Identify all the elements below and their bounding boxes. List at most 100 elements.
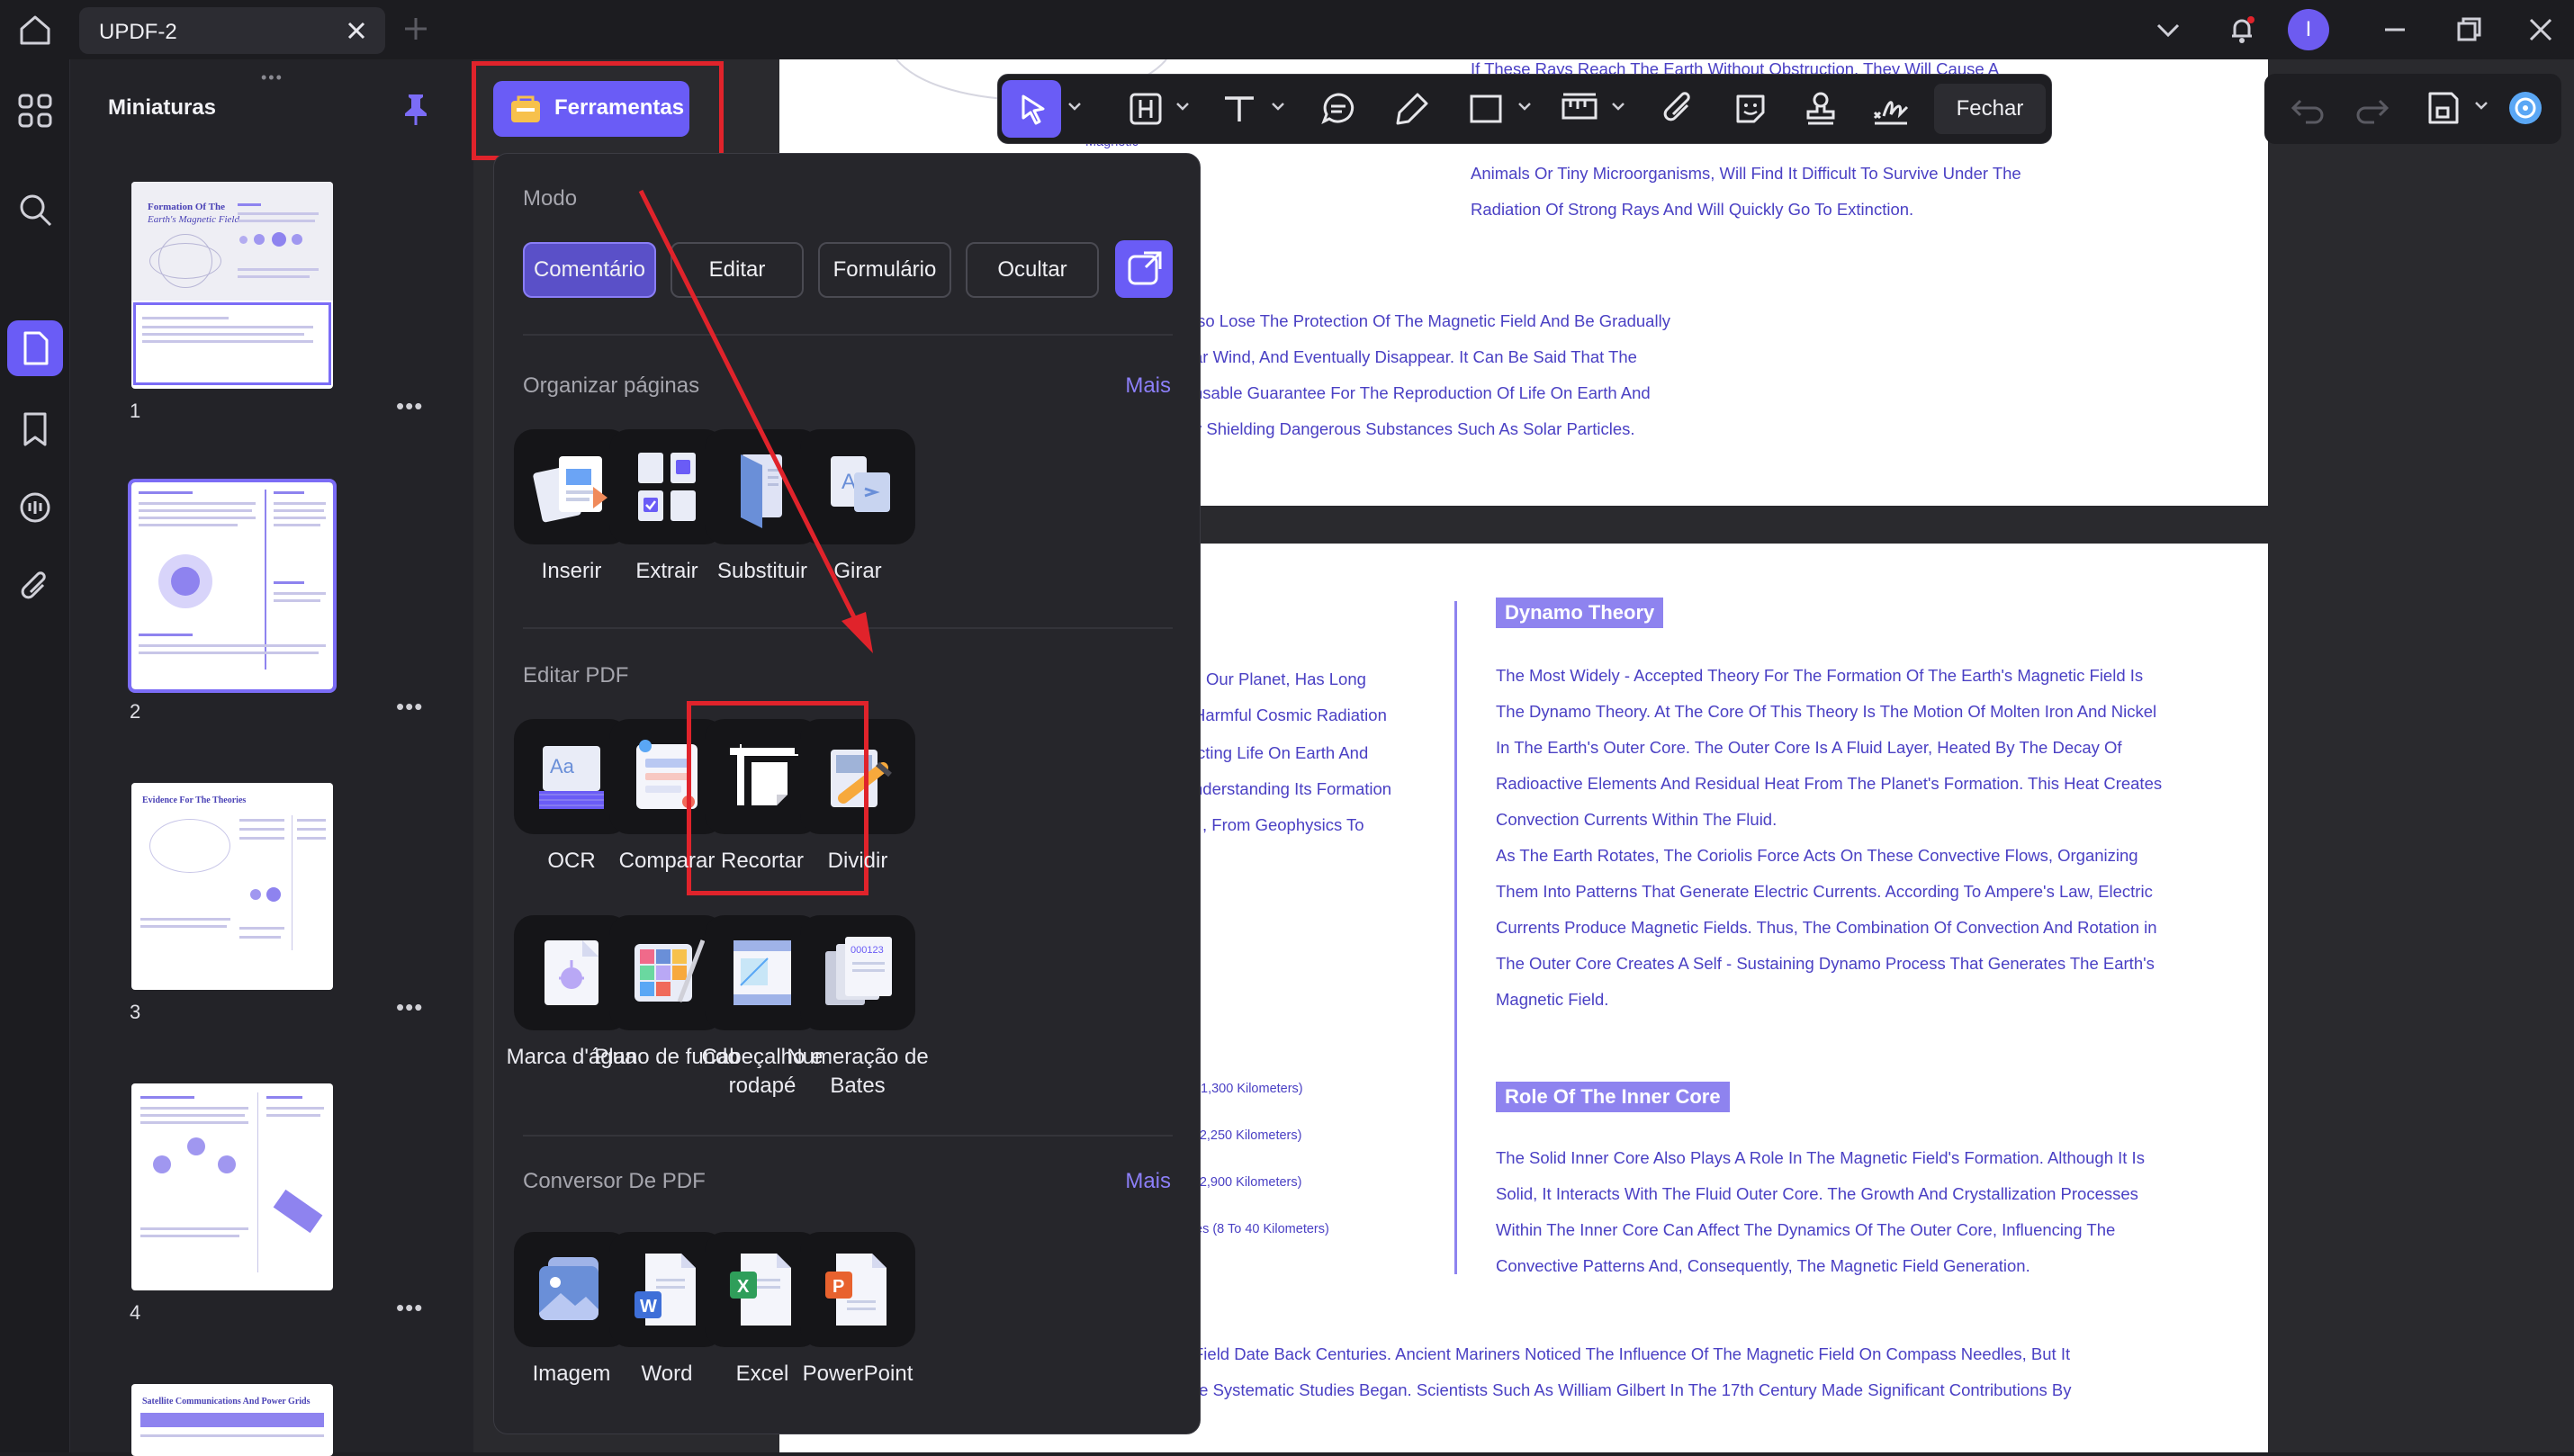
doc-text: Solid, It Interacts With The Fluid Outer…	[1496, 1184, 2138, 1203]
comment-icon[interactable]	[1318, 89, 1358, 129]
ai-assistant-icon[interactable]	[2506, 88, 2545, 128]
text-icon[interactable]	[1220, 89, 1259, 129]
apps-grid-icon[interactable]	[16, 92, 54, 130]
chevron-down-icon[interactable]	[1610, 98, 1626, 114]
powerpoint-label: PowerPoint	[802, 1362, 914, 1386]
open-external-button[interactable]	[1115, 240, 1173, 298]
thumbnail-heading: Earth's Magnetic Field	[148, 214, 239, 225]
doc-label: (2,250 Kilometers)	[1195, 1128, 1302, 1143]
more-options-icon[interactable]: •••	[396, 392, 423, 420]
page-thumbnail-5[interactable]: Satellite Communications And Power Grids	[131, 1384, 333, 1456]
document-tab-title: UPDF-2	[99, 20, 177, 44]
column-divider	[1454, 601, 1457, 1274]
page-thumbnail-3[interactable]: Evidence For The Theories	[131, 783, 333, 990]
thumbnail-heading: Evidence For The Theories	[142, 795, 247, 805]
page-thumbnail-4[interactable]	[131, 1083, 333, 1290]
stamp-icon[interactable]	[1801, 89, 1840, 129]
svg-text:Aa: Aa	[550, 755, 575, 777]
doc-text: Radioactive Elements And Residual Heat F…	[1496, 774, 2163, 793]
mode-edit-button[interactable]: Editar	[670, 242, 804, 298]
more-options-icon[interactable]: •••	[396, 1294, 423, 1322]
doc-text: nderstanding Its Formation	[1193, 779, 1392, 798]
select-cursor-icon[interactable]	[1012, 89, 1052, 129]
minimize-icon[interactable]	[2380, 14, 2410, 45]
shape-rectangle-icon[interactable]	[1466, 89, 1506, 129]
rotate-tile[interactable]: A	[800, 429, 915, 544]
close-toolbar-button[interactable]: Fechar	[1934, 84, 2046, 134]
doc-text: ar Wind, And Eventually Disappear. It Ca…	[1193, 347, 1637, 366]
doc-text: Currents Produce Magnetic Fields. Thus, …	[1496, 918, 2157, 937]
comments-icon[interactable]	[16, 490, 54, 527]
search-icon[interactable]	[16, 191, 54, 229]
doc-text: The Outer Core Creates A Self - Sustaini…	[1496, 954, 2155, 973]
chevron-down-icon[interactable]	[1066, 98, 1083, 114]
bates-numbering-icon: 000123	[825, 937, 892, 1005]
tools-menu: Modo Comentário Editar Formulário Oculta…	[493, 153, 1201, 1434]
doc-label: es (8 To 40 Kilometers)	[1195, 1222, 1329, 1236]
chevron-down-icon[interactable]	[2153, 14, 2183, 45]
section-title-edit: Editar PDF	[523, 663, 629, 688]
mode-comment-button[interactable]: Comentário	[523, 242, 656, 298]
mode-redact-button[interactable]: Ocultar	[966, 242, 1099, 298]
left-rail	[0, 59, 70, 1452]
rotate-pages-icon: A	[831, 456, 890, 512]
attachment-icon[interactable]	[16, 569, 54, 607]
convert-more-link[interactable]: Mais	[1125, 1169, 1171, 1194]
page-thumbnail-1[interactable]: Formation Of The Earth's Magnetic Field	[131, 182, 333, 389]
section-title-mode: Modo	[523, 186, 578, 211]
chevron-down-icon[interactable]	[2473, 97, 2489, 113]
organize-more-link[interactable]: Mais	[1125, 373, 1171, 399]
doc-label: (2,900 Kilometers)	[1195, 1175, 1302, 1190]
doc-text: Our Planet, Has Long	[1206, 670, 1366, 688]
thumbnails-panel: ••• Miniaturas Formation Of The Earth's …	[70, 59, 473, 1456]
highlight-annotation-box	[472, 61, 724, 160]
page-thumbnail-2[interactable]	[128, 479, 337, 693]
doc-text: nsable Guarantee For The Reproduction Of…	[1193, 383, 1651, 402]
chevron-down-icon[interactable]	[1174, 98, 1191, 114]
chevron-down-icon[interactable]	[1516, 98, 1533, 114]
doc-text: Field Date Back Centuries. Ancient Marin…	[1193, 1344, 2071, 1363]
sticker-icon[interactable]	[1731, 89, 1770, 129]
doc-text: The Solid Inner Core Also Plays A Role I…	[1496, 1148, 2145, 1167]
external-link-icon	[1128, 251, 1162, 285]
page-number: 4	[130, 1301, 141, 1324]
svg-text:000123: 000123	[850, 945, 884, 956]
redo-icon[interactable]	[2353, 88, 2392, 128]
save-icon[interactable]	[2423, 88, 2462, 128]
attachment-icon[interactable]	[1659, 89, 1698, 129]
pages-icon[interactable]	[16, 329, 54, 367]
panel-resize-grip[interactable]: •••	[261, 68, 284, 87]
doc-label: 1,300 Kilometers)	[1201, 1082, 1303, 1096]
close-window-icon[interactable]	[2525, 14, 2556, 45]
doc-text: As The Earth Rotates, The Coriolis Force…	[1496, 846, 2138, 865]
thumbnail-heading: Satellite Communications And Power Grids	[142, 1397, 310, 1407]
svg-text:A: A	[842, 470, 856, 494]
more-options-icon[interactable]: •••	[396, 993, 423, 1021]
doc-text: Convection Currents Within The Fluid.	[1496, 810, 1778, 829]
notification-bell-icon[interactable]	[2227, 14, 2257, 45]
chevron-down-icon[interactable]	[1270, 98, 1286, 114]
document-tab[interactable]: UPDF-2	[79, 7, 385, 54]
undo-icon[interactable]	[2288, 88, 2327, 128]
pin-icon[interactable]	[400, 92, 432, 126]
new-tab-icon[interactable]	[401, 14, 430, 43]
signature-icon[interactable]	[1871, 89, 1911, 129]
restore-icon[interactable]	[2453, 14, 2484, 45]
doc-text: Radiation Of Strong Rays And Will Quickl…	[1471, 200, 1914, 219]
bookmark-icon[interactable]	[16, 410, 54, 448]
svg-text:P: P	[832, 1277, 844, 1297]
home-icon[interactable]	[16, 13, 54, 47]
powerpoint-file-icon: P	[825, 1254, 886, 1326]
highlight-icon[interactable]	[1126, 89, 1166, 129]
avatar[interactable]: I	[2288, 9, 2329, 50]
more-options-icon[interactable]: •••	[396, 693, 423, 721]
powerpoint-tile[interactable]: P	[800, 1232, 915, 1347]
section-title-organize: Organizar páginas	[523, 373, 700, 398]
page-number: 3	[130, 1001, 141, 1023]
page-number: 1	[130, 400, 141, 422]
measure-icon[interactable]	[1560, 89, 1599, 129]
bates-tile[interactable]: 000123	[800, 915, 915, 1030]
mode-form-button[interactable]: Formulário	[818, 242, 951, 298]
pen-icon[interactable]	[1392, 89, 1432, 129]
close-tab-icon[interactable]	[344, 18, 369, 43]
